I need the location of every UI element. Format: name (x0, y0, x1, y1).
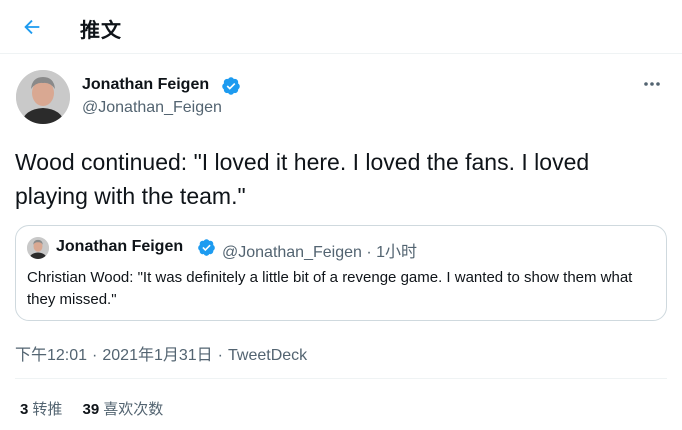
likes-stat[interactable]: 39 喜欢次数 (83, 398, 164, 419)
quote-author-name: Jonathan Feigen (56, 238, 184, 255)
page-title: 推文 (80, 20, 122, 42)
back-button[interactable] (16, 11, 48, 43)
quoted-tweet[interactable]: Jonathan Feigen @Jonathan_Feigen · 1小时 C… (15, 225, 667, 321)
verified-badge-icon (198, 239, 215, 256)
tweet-text: Wood continued: "I loved it here. I love… (15, 149, 590, 209)
meta-separator: · (92, 347, 98, 364)
tweet-source-link[interactable]: TweetDeck (228, 347, 307, 364)
quote-handle-time: @Jonathan_Feigen · 1小时 (222, 244, 418, 261)
more-horizontal-icon (644, 82, 660, 86)
more-options-button[interactable] (638, 74, 666, 94)
tweet-date[interactable]: 2021年1月31日 (102, 347, 212, 364)
author-handle[interactable]: @Jonathan_Feigen (82, 99, 222, 117)
retweets-label: 转推 (32, 401, 63, 418)
tweet-meta: 下午12:01 · 2021年1月31日 · TweetDeck (15, 341, 307, 365)
divider (15, 378, 667, 379)
quote-text: Christian Wood: "It was definitely a lit… (27, 269, 633, 308)
meta-separator: · (217, 347, 223, 364)
avatar[interactable] (16, 70, 70, 124)
author-name[interactable]: Jonathan Feigen (82, 76, 209, 94)
quote-avatar-image (27, 237, 49, 259)
page-header: 推文 (0, 0, 682, 54)
retweets-count: 3 (20, 401, 29, 418)
likes-count: 39 (82, 401, 100, 418)
tweet-time[interactable]: 下午12:01 (15, 347, 87, 364)
avatar-image (16, 70, 70, 124)
verified-badge-icon (222, 77, 240, 95)
quote-avatar (27, 237, 49, 259)
tweet-author: Jonathan Feigen @Jonathan_Feigen (16, 70, 666, 126)
arrow-left-icon (24, 19, 40, 35)
tweet-stats: 3 转推 39 喜欢次数 (20, 398, 179, 419)
likes-label: 喜欢次数 (103, 401, 164, 418)
retweets-stat[interactable]: 3 转推 (20, 398, 62, 419)
